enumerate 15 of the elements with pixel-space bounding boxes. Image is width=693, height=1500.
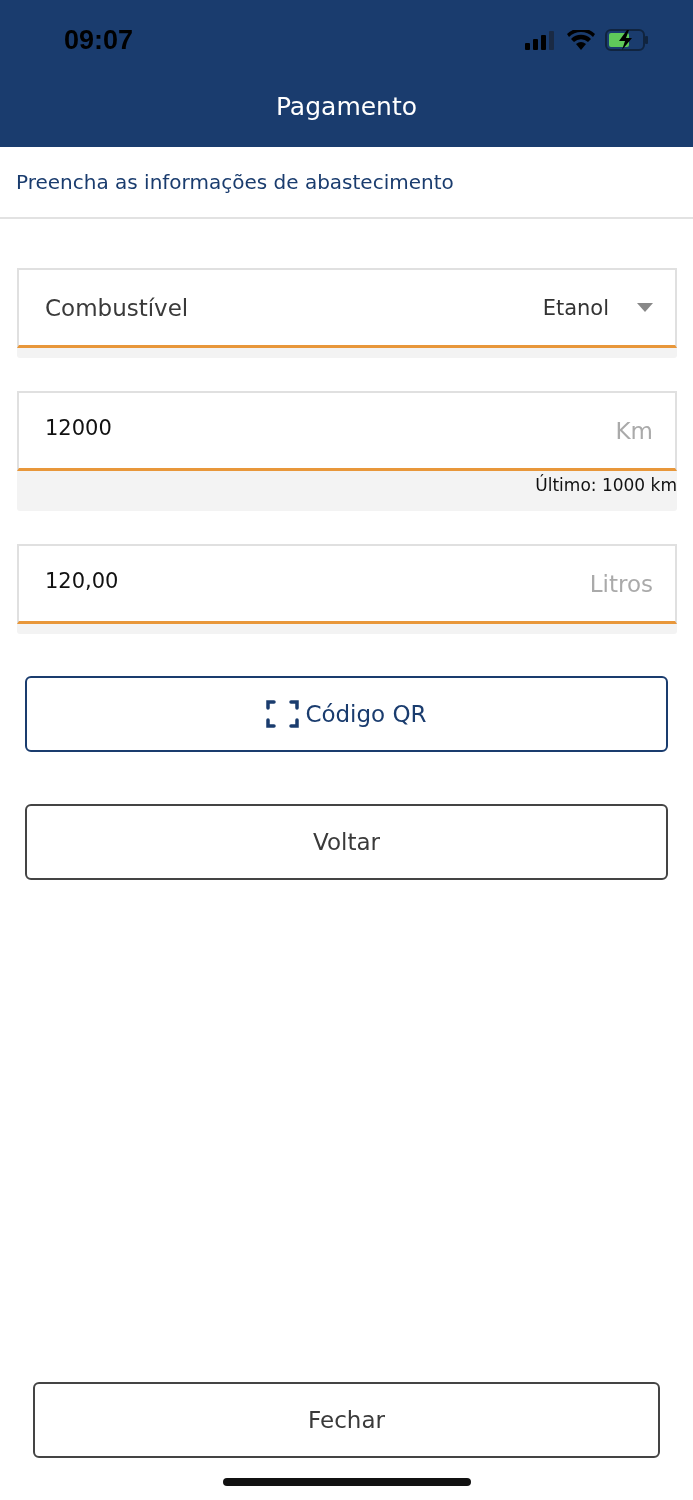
wifi-icon [567, 30, 595, 50]
caret-icon [637, 303, 653, 312]
close-button[interactable]: Fechar [33, 1382, 660, 1458]
battery-charging-icon [605, 29, 649, 51]
back-button[interactable]: Voltar [25, 804, 668, 880]
instruction-text: Preencha as informações de abastecimento [16, 170, 454, 194]
qr-code-button[interactable]: Código QR [25, 676, 668, 752]
fuel-select[interactable]: Combustível Etanol [17, 268, 677, 348]
input-field[interactable]: 120,00 Litros [17, 544, 677, 624]
screen-title: Pagamento [275, 92, 418, 121]
hint-text: Último: 1000 km [535, 473, 677, 497]
input-field[interactable]: 12000 Km [17, 391, 677, 471]
scan-icon [266, 699, 300, 729]
status-time: 09:07 [64, 24, 134, 56]
signal-icon [525, 30, 557, 50]
